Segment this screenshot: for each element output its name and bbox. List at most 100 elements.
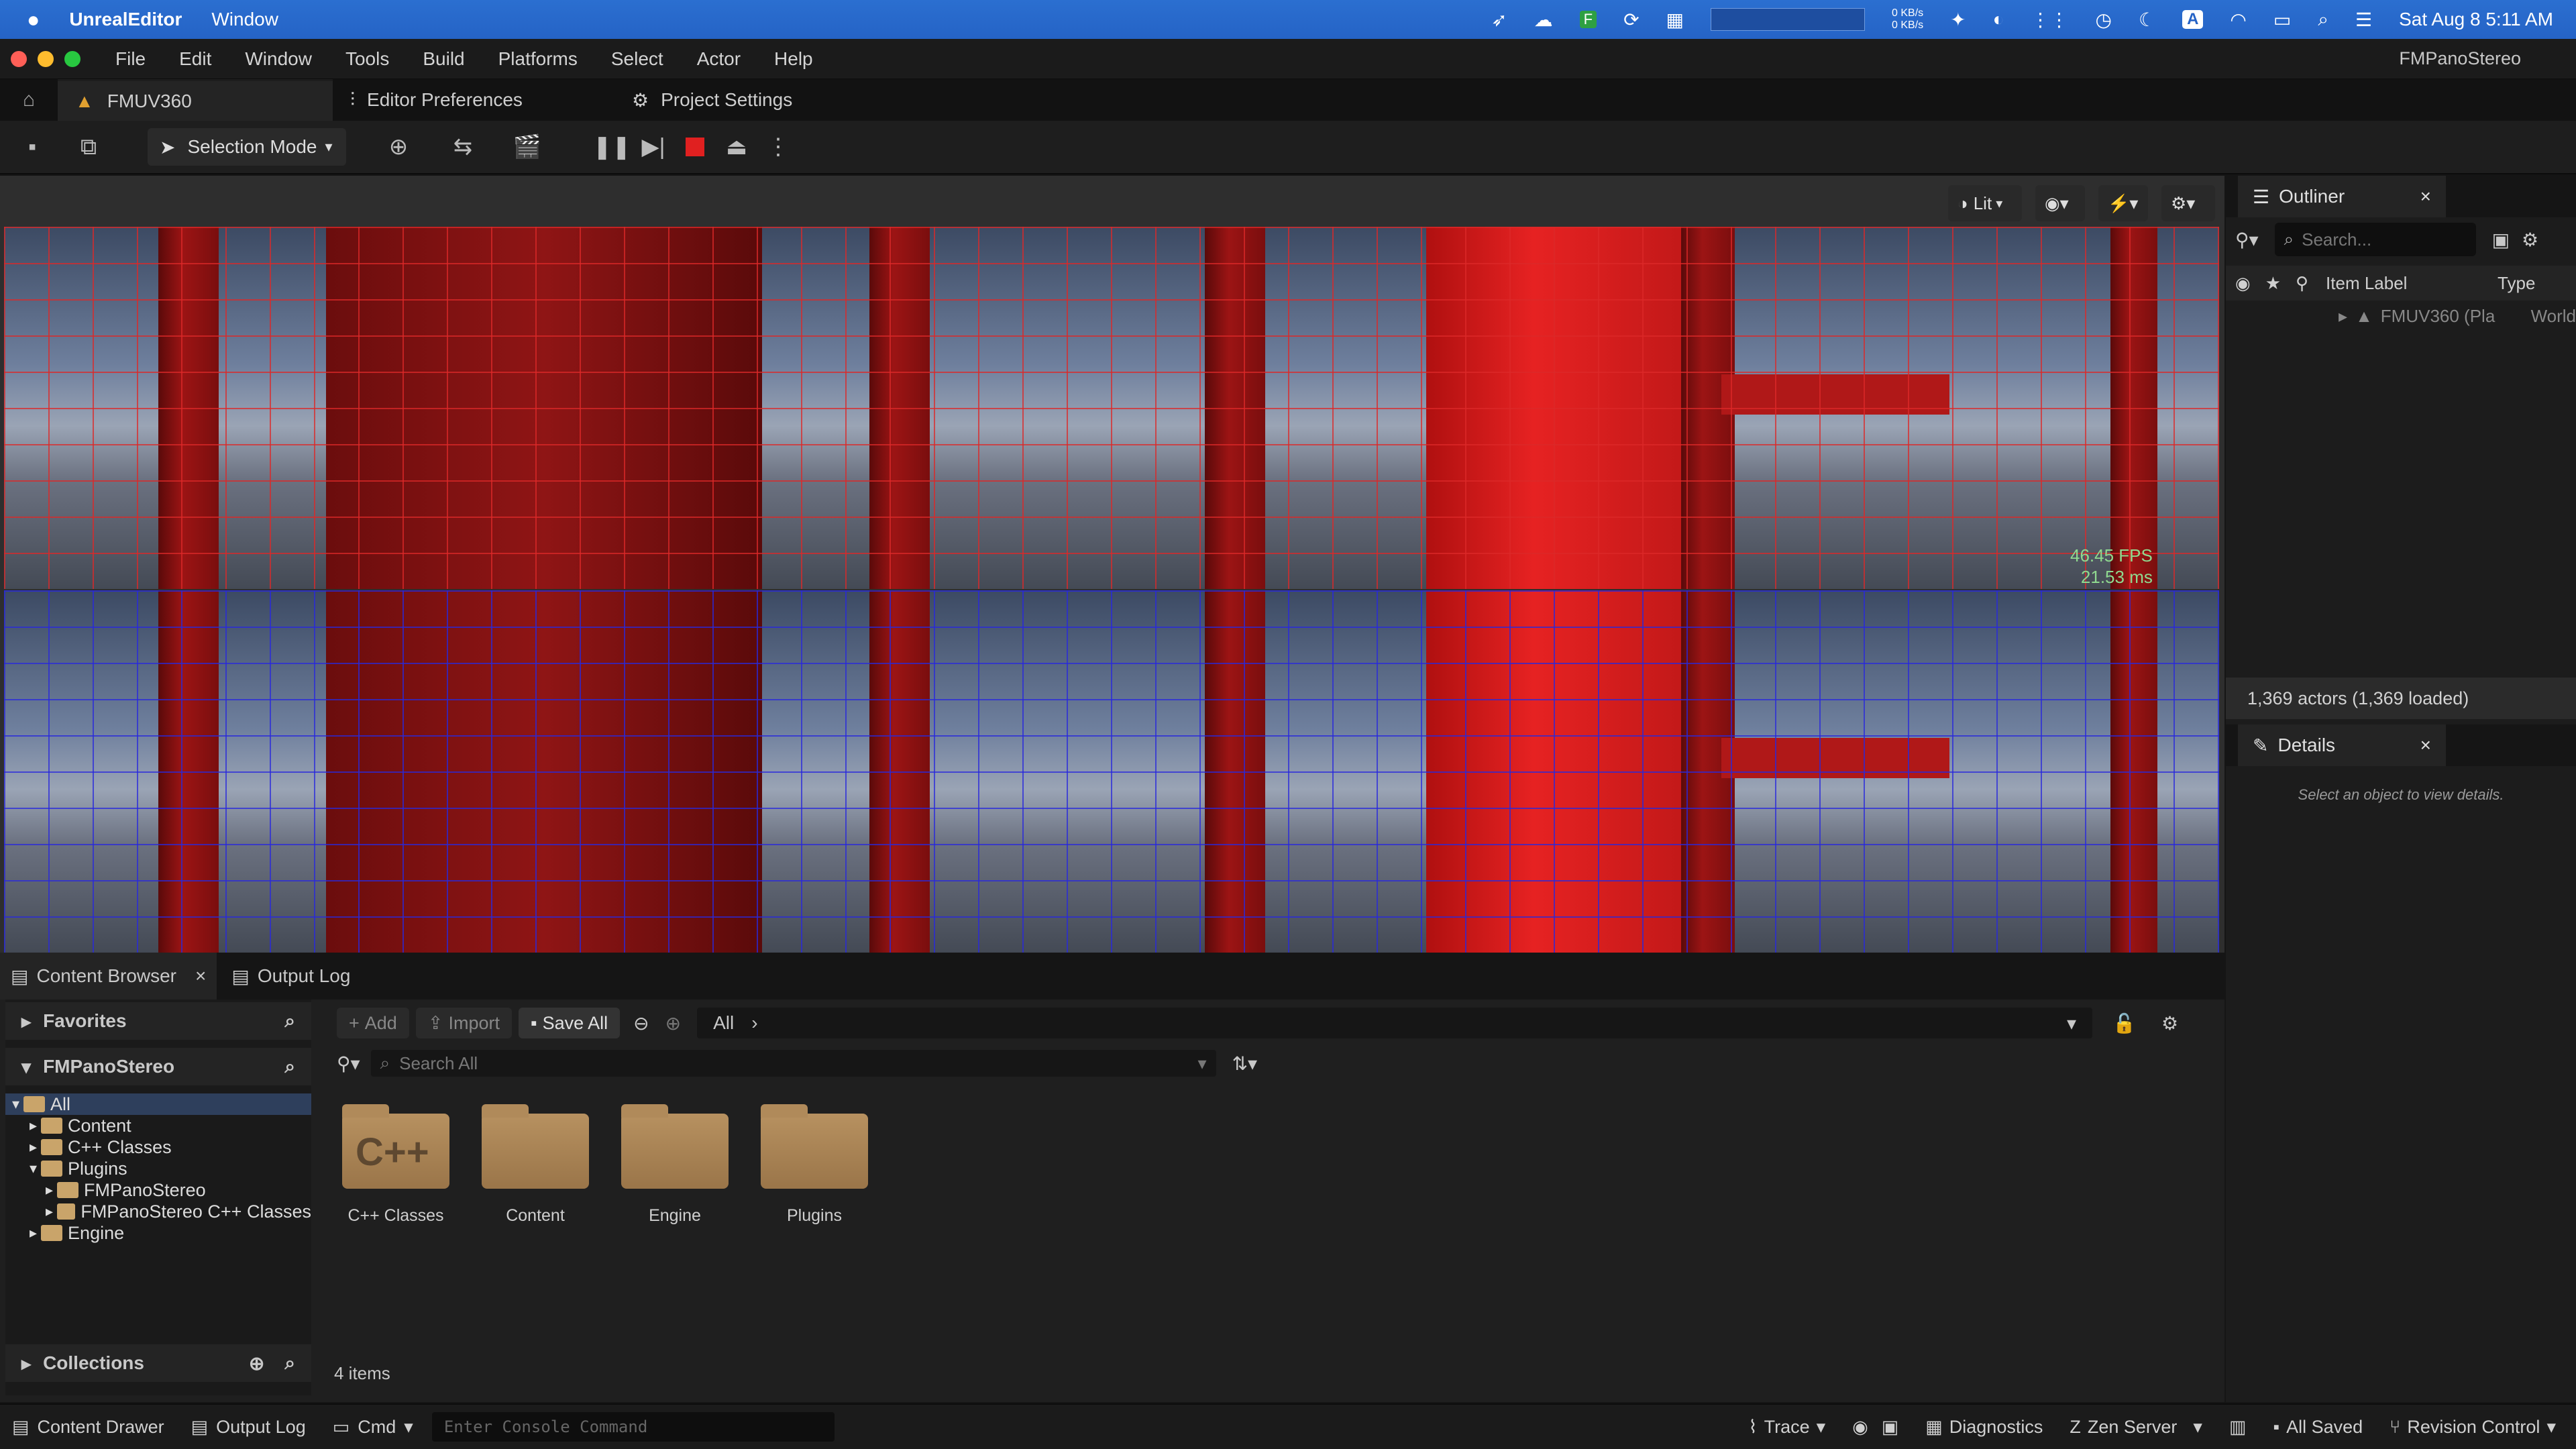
control-center-icon[interactable]: ☰ [2355,9,2372,31]
close-icon[interactable]: × [2420,735,2431,756]
cmd-dropdown[interactable]: ▭ Cmd ▾ [333,1417,413,1438]
back-icon[interactable]: ⊖ [633,1012,649,1034]
path-breadcrumb[interactable]: All › ▾ [697,1008,2093,1038]
tree-item-all[interactable]: ▾ All [5,1093,311,1115]
folder-tile-engine[interactable]: Engine [621,1104,729,1226]
tab-project-settings[interactable]: ⚙ Project Settings [614,79,810,121]
sparkle-icon[interactable]: ✦ [1950,9,1966,31]
outliner-row[interactable]: ▸ ▲ FMUV360 (Pla World [2226,301,2576,331]
derived-data-icon[interactable]: ▥ [2229,1417,2247,1438]
expand-arrow-icon[interactable]: ▸ [2339,306,2347,327]
tree-item-engine[interactable]: ▸ Engine [5,1222,311,1244]
chevron-down-icon[interactable]: ▾ [1198,1053,1207,1074]
clock-icon[interactable]: ◷ [2096,9,2112,31]
column-item-label[interactable]: Item Label [2326,273,2498,294]
rocket-icon[interactable]: ➶ [1491,9,1507,31]
add-button[interactable]: + Add [337,1008,409,1038]
level-viewport[interactable]: 46.45 FPS 21.53 ms [0,176,2224,953]
lock-icon[interactable]: 🔓 [2112,1012,2136,1034]
menu-actor[interactable]: Actor [697,48,741,70]
expand-arrow-icon[interactable]: ▸ [21,1010,31,1032]
menu-help[interactable]: Help [774,48,813,70]
record-icon[interactable]: ◉ [1852,1417,1868,1438]
grid-icon[interactable]: ⋮⋮ [2031,9,2069,31]
performance-dropdown[interactable]: ⚡▾ [2098,185,2148,221]
sync-icon[interactable]: ⟳ [1623,9,1639,31]
minimize-window-button[interactable] [38,51,54,67]
apple-icon[interactable]: ● [27,7,40,32]
collapse-arrow-icon[interactable]: ▾ [30,1160,37,1177]
cinematics-icon[interactable]: 🎬 [508,128,546,166]
search-icon[interactable]: ⌕ [284,1352,295,1375]
mac-window-menu[interactable]: Window [211,9,278,30]
display-icon[interactable]: ◐ [1993,9,2004,30]
folder-tile-content[interactable]: Content [482,1104,589,1226]
eject-icon[interactable]: ⏏ [718,128,755,166]
collections-section[interactable]: ▸ Collections ⊕ ⌕ [5,1344,311,1382]
viewport-top-eye[interactable] [4,227,2219,589]
menu-select[interactable]: Select [611,48,663,70]
selection-mode-dropdown[interactable]: ➤ Selection Mode ▾ [148,128,346,166]
tree-item-cpp-classes[interactable]: ▸ C++ Classes [5,1136,311,1158]
step-forward-icon[interactable]: ▶| [635,128,672,166]
tree-item-fmpanostereo-cpp[interactable]: ▸ FMPanoStereo C++ Classes [5,1201,311,1222]
home-icon[interactable]: ⌂ [0,89,58,111]
add-collection-icon[interactable]: ⊕ [249,1352,264,1375]
input-source-icon[interactable]: A [2182,10,2204,29]
expand-arrow-icon[interactable]: ▸ [46,1181,53,1199]
cloud-icon[interactable]: ☁ [1534,9,1553,31]
chevron-right-icon[interactable]: › [751,1012,757,1034]
add-folder-icon[interactable]: ▣ [2492,229,2510,251]
tree-item-plugins[interactable]: ▾ Plugins [5,1158,311,1179]
add-actor-icon[interactable]: ⊕ [380,128,417,166]
content-drawer-button[interactable]: ▤ Content Drawer [12,1417,164,1438]
pin-icon[interactable]: ⚲ [2296,273,2308,294]
show-flags-dropdown[interactable]: ◉▾ [2035,185,2085,221]
settings-icon[interactable]: ⚙ [2522,229,2538,251]
stop-icon[interactable] [676,128,714,166]
app-name-menu[interactable]: UnrealEditor [69,9,182,30]
spotlight-icon[interactable]: ⌕ [2318,9,2328,31]
breadcrumb-all[interactable]: All [713,1012,734,1034]
calendar-icon[interactable]: ▦ [1666,9,1684,31]
revision-control-dropdown[interactable]: ⑂ Revision Control ▾ [2390,1417,2556,1438]
menu-tools[interactable]: Tools [345,48,389,70]
menu-build[interactable]: Build [423,48,464,70]
sort-icon[interactable]: ⇅▾ [1232,1053,1258,1075]
moon-icon[interactable]: ☾ [2139,9,2155,31]
zen-server-dropdown[interactable]: Z Zen Server ▾ [2070,1417,2202,1438]
console-input[interactable]: Enter Console Command [431,1412,835,1442]
forward-icon[interactable]: ⊕ [665,1012,681,1034]
pause-icon[interactable]: ❚❚ [593,128,631,166]
viewport-bottom-eye[interactable] [4,590,2219,953]
tab-output-log[interactable]: ▤ Output Log [217,953,365,1000]
menu-platforms[interactable]: Platforms [498,48,578,70]
outliner-tab[interactable]: ☰ Outliner × [2238,176,2446,217]
asset-search-input[interactable]: ⌕ Search All ▾ [370,1050,1216,1077]
import-button[interactable]: ⇪ Import [415,1008,512,1038]
diagnostics-button[interactable]: ▦ Diagnostics [1925,1417,2043,1438]
zoom-window-button[interactable] [64,51,80,67]
expand-arrow-icon[interactable]: ▸ [30,1138,37,1156]
save-all-button[interactable]: ▪ Save All [518,1008,621,1038]
tree-item-fmpanostereo[interactable]: ▸ FMPanoStereo [5,1179,311,1201]
tree-item-content[interactable]: ▸ Content [5,1115,311,1136]
settings-icon[interactable]: ⚙ [2161,1012,2178,1034]
search-icon[interactable]: ⌕ [284,1056,295,1078]
menu-window[interactable]: Window [245,48,312,70]
folder-tile-plugins[interactable]: Plugins [761,1104,868,1226]
trace-dropdown[interactable]: ⌇ Trace ▾ [1748,1417,1825,1438]
visibility-icon[interactable]: ◉ [2235,273,2251,294]
more-options-icon[interactable]: ⋮ [759,128,797,166]
tab-fmuv360[interactable]: ▲ FMUV360 [58,79,333,121]
chevron-down-icon[interactable]: ▾ [2067,1012,2076,1034]
menu-file[interactable]: File [115,48,146,70]
project-section[interactable]: ▾ FMPanoStereo ⌕ [5,1048,311,1085]
outliner-search-input[interactable]: ⌕ Search... [2274,223,2476,256]
viewport-settings-dropdown[interactable]: ⚙▾ [2161,185,2215,221]
battery-icon[interactable]: ▭ [2273,9,2291,31]
details-tab[interactable]: ✎ Details × [2238,724,2446,766]
expand-arrow-icon[interactable]: ▸ [30,1117,37,1134]
expand-arrow-icon[interactable]: ▸ [30,1224,37,1242]
screenshot-icon[interactable]: ▣ [1882,1417,1899,1438]
